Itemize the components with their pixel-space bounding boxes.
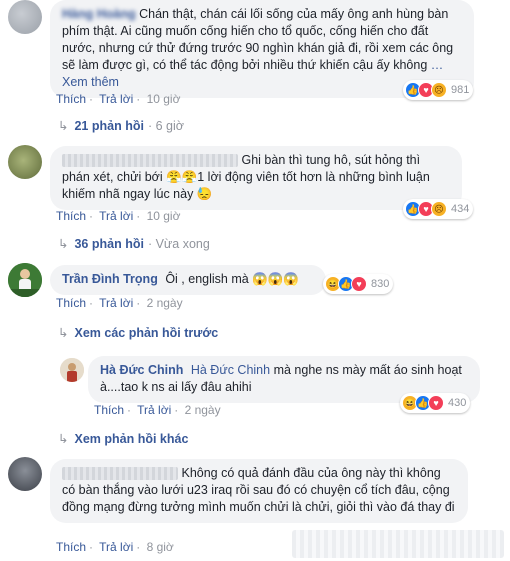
player-photo-icon: [60, 358, 84, 382]
love-icon: ♥: [428, 395, 444, 411]
reaction-summary[interactable]: 😆 👍 ♥ 430: [400, 393, 471, 413]
previous-replies-label: Xem các phản hồi trước: [74, 325, 219, 340]
view-replies-link[interactable]: ↳ 36 phản hồi · Vừa xong: [58, 236, 210, 252]
reaction-summary[interactable]: 👍 ♥ ☹ 981: [403, 80, 474, 100]
comment-bubble: Không có quả đánh đầu của ông này thì kh…: [50, 459, 468, 523]
comment-bubble: Ghi bàn thì tung hô, sút hỏng thì phán x…: [50, 146, 462, 210]
reply-link[interactable]: Trả lời: [99, 209, 133, 223]
more-replies-label: Xem phản hồi khác: [74, 431, 189, 446]
sad-icon: ☹: [431, 201, 447, 217]
avatar[interactable]: [8, 263, 42, 297]
author-name-redacted: [62, 154, 238, 168]
avatar[interactable]: [60, 358, 84, 382]
like-link[interactable]: Thích: [56, 296, 86, 310]
reaction-count: 430: [448, 397, 467, 409]
comment-time[interactable]: 10 giờ: [147, 209, 181, 223]
player-photo-icon: [8, 263, 42, 297]
reply-link[interactable]: Trả lời: [99, 296, 133, 310]
replies-time: · 6 giờ: [147, 118, 184, 133]
author-name-redacted: [62, 467, 178, 481]
like-link[interactable]: Thích: [94, 403, 124, 417]
reaction-count: 981: [451, 84, 470, 96]
comment-time[interactable]: 8 giờ: [147, 540, 174, 554]
reply-arrow-icon: ↳: [58, 326, 69, 340]
reply-arrow-icon: ↳: [58, 432, 69, 446]
reply-arrow-icon: ↳: [58, 119, 69, 133]
reaction-summary[interactable]: 😆 👍 ♥ 830: [323, 274, 394, 294]
comment-author[interactable]: Hàng Hoàng: [62, 7, 136, 21]
view-previous-replies-link[interactable]: ↳ Xem các phản hồi trước: [58, 325, 219, 341]
reaction-count: 830: [371, 278, 390, 290]
blurred-overlay: [292, 530, 504, 558]
comment-actions: Thích · Trả lời · 2 ngày: [56, 296, 183, 310]
love-icon: ♥: [351, 276, 367, 292]
comment-time[interactable]: 2 ngày: [185, 403, 221, 417]
reaction-summary[interactable]: 👍 ♥ ☹ 434: [403, 199, 474, 219]
view-more-replies-link[interactable]: ↳ Xem phản hồi khác: [58, 431, 189, 447]
reply-link[interactable]: Trả lời: [137, 403, 171, 417]
comment-author[interactable]: Trần Đình Trọng: [62, 272, 158, 286]
comment-actions: Thích · Trả lời · 10 giờ: [56, 209, 181, 223]
avatar[interactable]: [8, 0, 42, 34]
like-link[interactable]: Thích: [56, 92, 86, 106]
like-link[interactable]: Thích: [56, 540, 86, 554]
comment-bubble: Trần Đình Trọng Ôi , english mà 😱😱😱: [50, 265, 326, 295]
comment-actions: Thích · Trả lời · 2 ngày: [94, 403, 221, 417]
avatar[interactable]: [8, 145, 42, 179]
sad-icon: ☹: [431, 82, 447, 98]
comment-author[interactable]: Hà Đức Chinh: [100, 363, 183, 377]
comment-text: Ôi , english mà 😱😱😱: [165, 272, 299, 286]
replies-count: 21 phản hồi: [74, 118, 144, 133]
avatar[interactable]: [8, 457, 42, 491]
comment-actions: Thích · Trả lời · 8 giờ: [56, 540, 174, 554]
like-link[interactable]: Thích: [56, 209, 86, 223]
tagged-user-link[interactable]: Hà Đức Chinh: [191, 363, 270, 377]
comment-time[interactable]: 10 giờ: [147, 92, 181, 106]
replies-time: · Vừa xong: [147, 236, 210, 251]
comment-actions: Thích · Trả lời · 10 giờ: [56, 92, 181, 106]
view-replies-link[interactable]: ↳ 21 phản hồi · 6 giờ: [58, 118, 184, 134]
reply-link[interactable]: Trả lời: [99, 540, 133, 554]
reply-link[interactable]: Trả lời: [99, 92, 133, 106]
replies-count: 36 phản hồi: [74, 236, 144, 251]
comment-time[interactable]: 2 ngày: [147, 296, 183, 310]
reaction-count: 434: [451, 203, 470, 215]
reply-arrow-icon: ↳: [58, 237, 69, 251]
